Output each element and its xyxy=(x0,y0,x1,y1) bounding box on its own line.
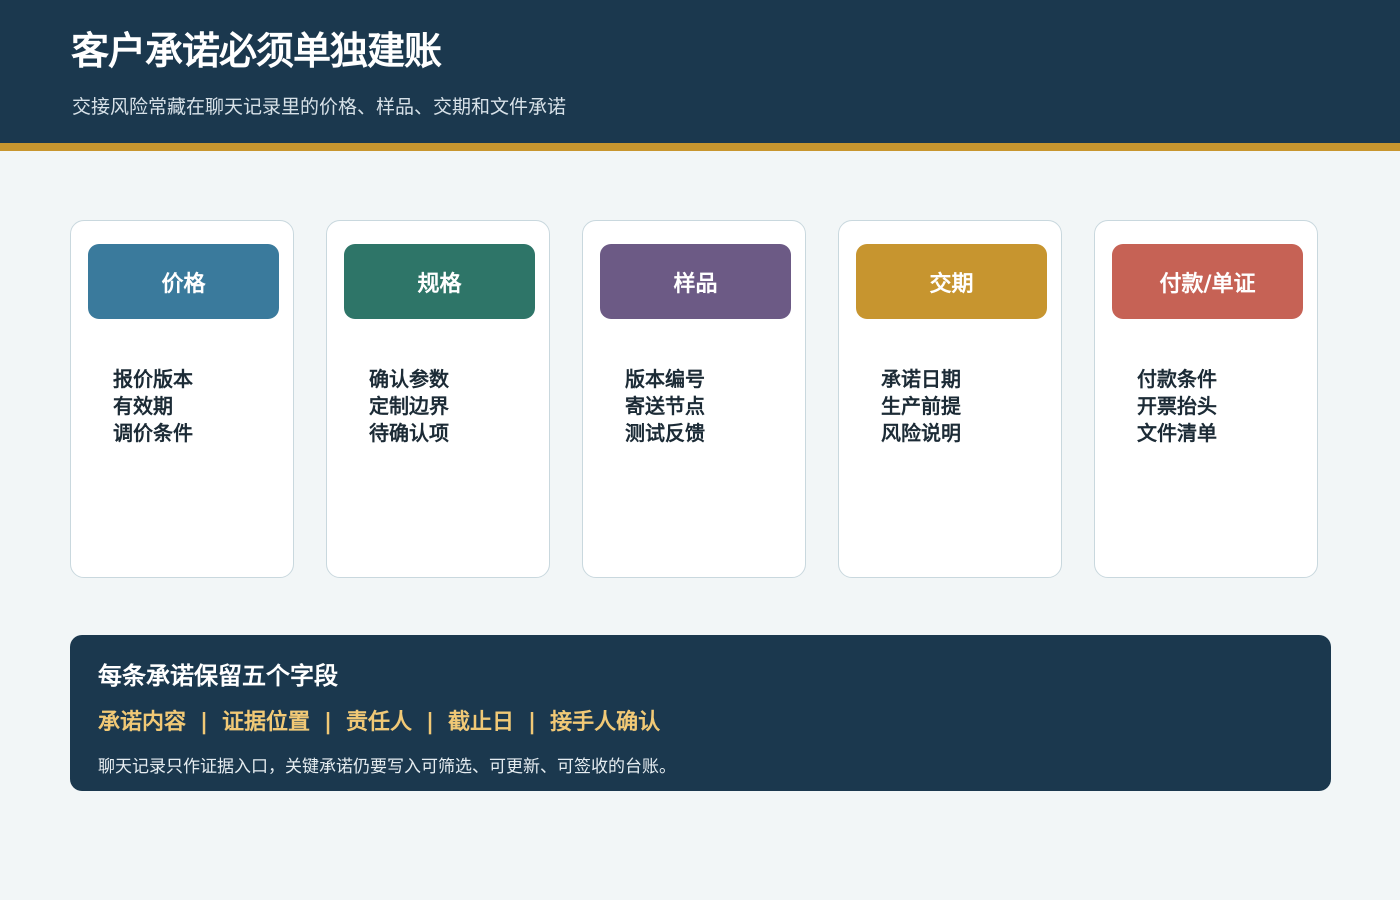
card-item-list: 版本编号 寄送节点 测试反馈 xyxy=(625,366,705,447)
card-item: 承诺日期 xyxy=(881,367,961,391)
card-item: 确认参数 xyxy=(369,367,449,391)
card-header: 交期 xyxy=(856,244,1047,319)
header-accent-bar xyxy=(0,143,1400,151)
card-item: 寄送节点 xyxy=(625,394,705,418)
field-item: 承诺内容 xyxy=(98,710,187,735)
card-sample: 样品 版本编号 寄送节点 测试反馈 xyxy=(582,220,806,578)
header-banner: 客户承诺必须单独建账 交接风险常藏在聊天记录里的价格、样品、交期和文件承诺 xyxy=(0,0,1400,143)
panel-note: 聊天记录只作证据入口，关键承诺仍要写入可筛选、可更新、可签收的台账。 xyxy=(98,757,676,777)
category-cards: 价格 报价版本 有效期 调价条件 规格 确认参数 定制边界 待确认项 样品 版本… xyxy=(70,220,1322,580)
card-item: 报价版本 xyxy=(113,367,193,391)
field-separator: | xyxy=(528,710,537,735)
field-item: 证据位置 xyxy=(222,710,311,735)
field-item: 接手人确认 xyxy=(550,710,661,735)
card-item: 文件清单 xyxy=(1137,421,1217,445)
card-item-list: 报价版本 有效期 调价条件 xyxy=(113,366,193,447)
card-item: 调价条件 xyxy=(113,421,193,445)
card-item-list: 承诺日期 生产前提 风险说明 xyxy=(881,366,961,447)
card-header: 规格 xyxy=(344,244,535,319)
field-separator: | xyxy=(199,710,209,735)
card-header: 样品 xyxy=(600,244,791,319)
field-item: 责任人 xyxy=(346,710,413,735)
card-item: 待确认项 xyxy=(369,421,449,445)
card-item: 风险说明 xyxy=(881,421,961,445)
card-item-list: 确认参数 定制边界 待确认项 xyxy=(369,366,449,447)
card-spec: 规格 确认参数 定制边界 待确认项 xyxy=(326,220,550,578)
card-payment-documents: 付款/单证 付款条件 开票抬头 文件清单 xyxy=(1094,220,1318,578)
field-separator: | xyxy=(324,710,333,735)
fields-panel: 每条承诺保留五个字段 承诺内容 | 证据位置 | 责任人 | 截止日 | 接手人… xyxy=(70,635,1331,791)
card-item-list: 付款条件 开票抬头 文件清单 xyxy=(1137,366,1217,447)
card-header: 付款/单证 xyxy=(1112,244,1303,319)
card-item: 定制边界 xyxy=(369,394,449,418)
card-item: 生产前提 xyxy=(881,394,961,418)
field-item: 截止日 xyxy=(448,710,515,735)
card-item: 有效期 xyxy=(113,394,173,418)
field-separator: | xyxy=(426,710,435,735)
card-header: 价格 xyxy=(88,244,279,319)
card-price: 价格 报价版本 有效期 调价条件 xyxy=(70,220,294,578)
page-title: 客户承诺必须单独建账 xyxy=(71,29,442,73)
card-item: 版本编号 xyxy=(625,367,705,391)
card-delivery: 交期 承诺日期 生产前提 风险说明 xyxy=(838,220,1062,578)
card-item: 开票抬头 xyxy=(1137,394,1217,418)
card-item: 付款条件 xyxy=(1137,367,1217,391)
page-subtitle: 交接风险常藏在聊天记录里的价格、样品、交期和文件承诺 xyxy=(72,96,567,118)
field-list: 承诺内容 | 证据位置 | 责任人 | 截止日 | 接手人确认 xyxy=(98,708,660,738)
card-item: 测试反馈 xyxy=(625,421,705,445)
panel-title: 每条承诺保留五个字段 xyxy=(98,662,338,690)
